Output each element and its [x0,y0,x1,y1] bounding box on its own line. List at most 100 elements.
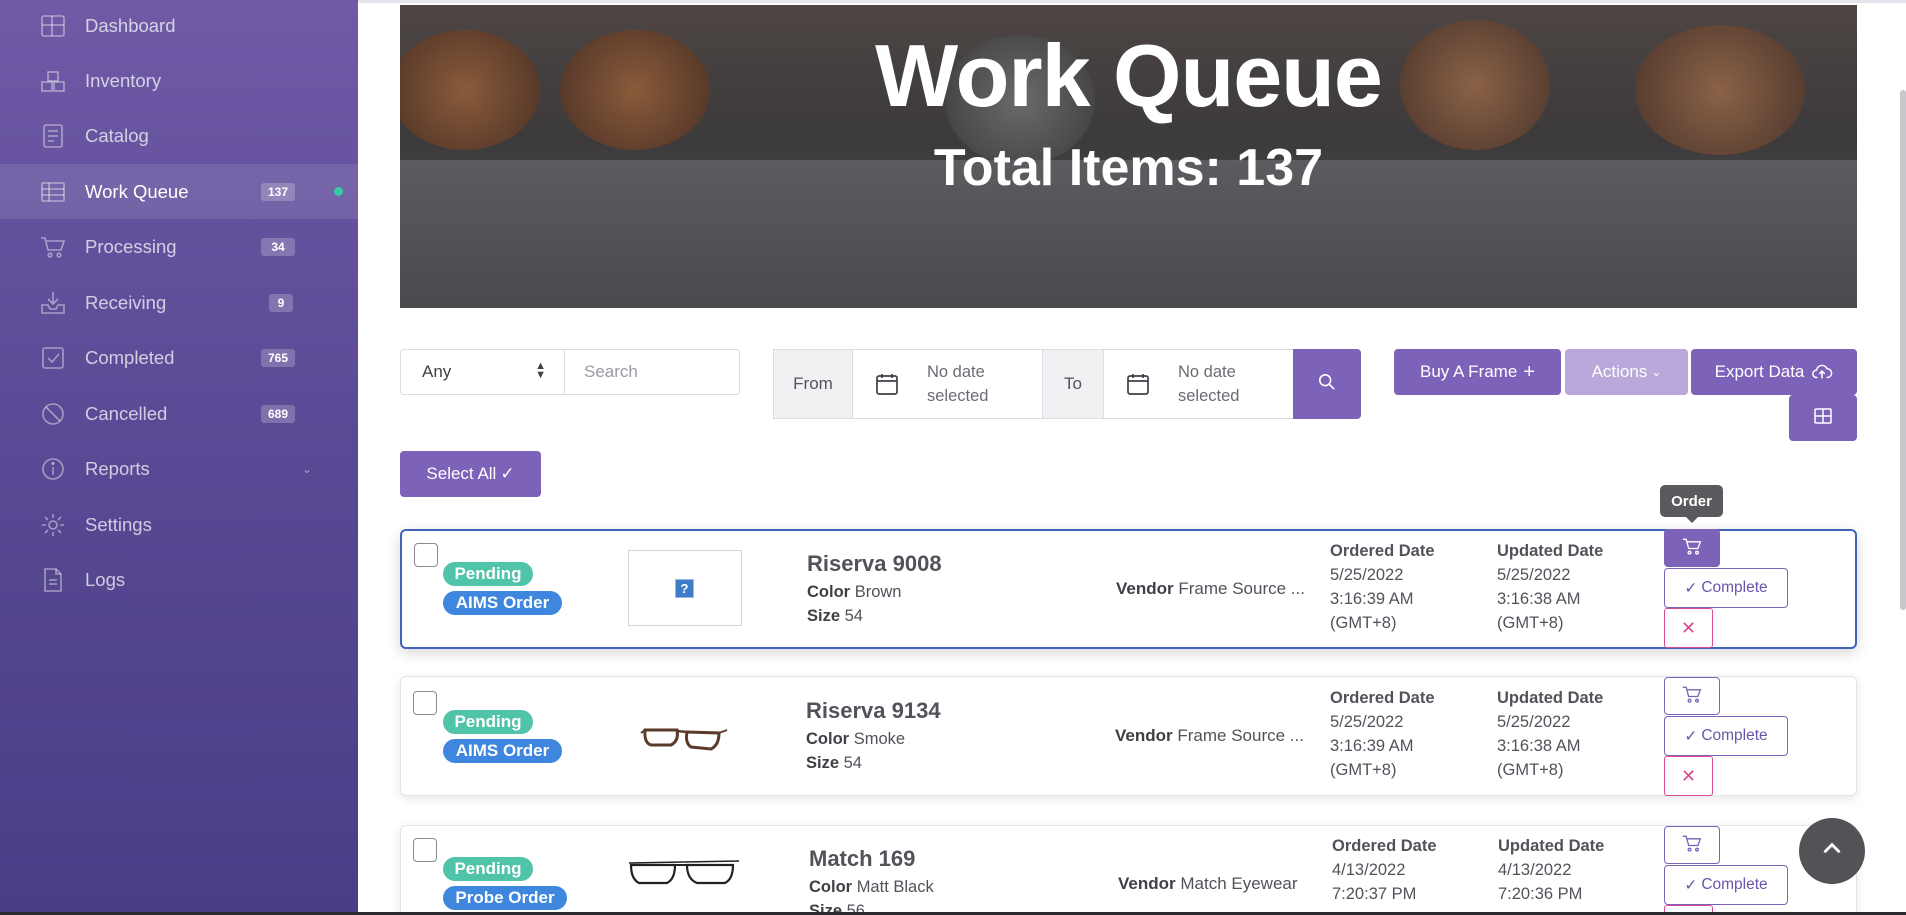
calendar-icon [875,372,899,396]
cart-icon [1682,684,1702,709]
product-name: Riserva 9008 [807,551,942,576]
sidebar-item-inventory[interactable]: Inventory [0,53,358,108]
order-type-badge: Probe Order [443,886,567,910]
updated-date-value: 5/25/2022 [1497,713,1571,731]
receiving-icon [40,290,66,316]
color-label: Color [807,583,851,601]
to-label: To [1042,349,1104,419]
top-divider [358,0,1906,3]
updated-date: Updated Date 5/25/2022 3:16:38 AM (GMT+8… [1497,539,1603,635]
dashboard-icon [40,13,66,39]
sidebar-item-catalog[interactable]: Catalog [0,108,358,163]
product-name: Riserva 9134 [806,698,941,723]
plus-icon: + [1523,360,1535,383]
search-input[interactable] [565,349,740,395]
product-size: Size 54 [807,607,863,626]
sidebar-item-label: Receiving [85,291,167,313]
vendor: Vendor Frame Source ... [1116,579,1305,599]
select-all-button[interactable]: Select All ✓ [400,451,541,497]
item-checkbox[interactable] [413,691,437,715]
sidebar-item-processing[interactable]: Processing 34 [0,219,358,274]
sidebar: Dashboard Inventory Catalog Work Queue 1… [0,0,358,915]
updated-timezone: (GMT+8) [1497,761,1564,779]
cart-icon [1682,536,1702,561]
complete-label: Complete [1701,579,1768,596]
ordered-date-label: Ordered Date [1330,542,1435,560]
vendor-value: Match Eyewear [1180,874,1298,893]
sidebar-item-receiving[interactable]: Receiving 9 [0,275,358,330]
buy-a-frame-label: Buy A Frame [1419,362,1518,381]
export-data-button[interactable]: Export Data [1691,349,1857,395]
check-icon: ✓ [1684,876,1698,894]
updated-date-value: 5/25/2022 [1497,566,1571,584]
check-icon: ✓ [1684,727,1698,745]
order-button[interactable] [1664,826,1720,864]
complete-button[interactable]: ✓ Complete [1664,865,1788,905]
sidebar-item-dashboard[interactable]: Dashboard [0,0,358,53]
sidebar-item-label: Completed [85,346,175,368]
updated-date-label: Updated Date [1497,689,1604,707]
close-icon: ✕ [1680,765,1697,786]
work-queue-item[interactable]: Pending AIMS Order ? Riserva 9008 Color … [400,529,1857,649]
ordered-date-label: Ordered Date [1330,689,1435,707]
sidebar-item-settings[interactable]: Settings [0,497,358,552]
sidebar-item-cancelled[interactable]: Cancelled 689 [0,386,358,441]
size-label: Size [807,607,841,625]
product-image [627,843,741,915]
page-title: Work Queue [875,26,1383,125]
chevron-down-icon: ⌄ [1651,365,1662,379]
vendor-value: Frame Source ... [1178,579,1305,598]
buy-a-frame-button[interactable]: Buy A Frame + [1394,349,1561,395]
order-type-badge: AIMS Order [443,591,562,615]
filter-select[interactable]: Any ▲ ▼ [400,349,565,395]
product-color: Color Smoke [806,730,905,749]
count-badge: 137 [261,182,295,201]
order-button[interactable] [1664,529,1720,567]
complete-button[interactable]: ✓ Complete [1664,568,1788,608]
product-image-placeholder: ? [628,550,742,626]
sidebar-item-label: Work Queue [85,180,189,202]
product-color: Color Brown [807,583,901,602]
order-button[interactable] [1664,677,1720,715]
chevron-up-icon [1819,836,1845,867]
page-scrollbar[interactable] [1900,90,1906,610]
ordered-date-value: 4/13/2022 [1332,861,1406,879]
check-square-icon [40,345,66,371]
ordered-time-value: 7:20:37 PM [1332,885,1417,903]
file-icon [40,567,66,593]
status-badge: Pending [443,562,533,586]
updated-date-label: Updated Date [1498,837,1605,855]
cancel-button[interactable]: ✕ [1664,608,1713,648]
search-button[interactable] [1293,349,1361,419]
cancel-button[interactable]: ✕ [1664,756,1713,796]
work-queue-item[interactable]: Pending Probe Order Match 169 Color Matt… [400,825,1857,915]
to-date-value: No date selected [1178,360,1239,408]
status-badge: Pending [443,857,533,881]
cloud-upload-icon [1811,361,1833,383]
complete-button[interactable]: ✓ Complete [1664,716,1788,756]
grid-icon [1813,406,1833,431]
size-value: 54 [843,754,862,772]
sidebar-item-label: Processing [85,235,177,257]
vendor-label: Vendor [1116,579,1174,598]
from-date-picker[interactable]: No date selected [852,349,1043,419]
work-queue-item[interactable]: Pending AIMS Order Riserva 9134 Color Sm… [400,676,1857,796]
sidebar-item-work-queue[interactable]: Work Queue 137 [0,164,358,219]
ordered-date: Ordered Date 5/25/2022 3:16:39 AM (GMT+8… [1330,539,1435,635]
updated-time-value: 7:20:36 PM [1498,885,1583,903]
to-date-picker[interactable]: No date selected [1103,349,1294,419]
chevron-down-icon: ⌄ [302,461,313,476]
ordered-timezone: (GMT+8) [1330,761,1397,779]
table-view-button[interactable] [1789,395,1857,441]
item-checkbox[interactable] [414,543,438,567]
select-all-label: Select All [426,464,497,483]
scroll-to-top-button[interactable] [1799,818,1865,884]
item-checkbox[interactable] [413,838,437,862]
color-label: Color [809,878,853,896]
sidebar-item-completed[interactable]: Completed 765 [0,330,358,385]
color-value: Brown [854,583,902,601]
sidebar-item-logs[interactable]: Logs [0,552,358,607]
sidebar-item-reports[interactable]: Reports ⌄ [0,441,358,496]
actions-dropdown-button[interactable]: Actions ⌄ [1565,349,1688,395]
vendor-label: Vendor [1118,874,1176,893]
